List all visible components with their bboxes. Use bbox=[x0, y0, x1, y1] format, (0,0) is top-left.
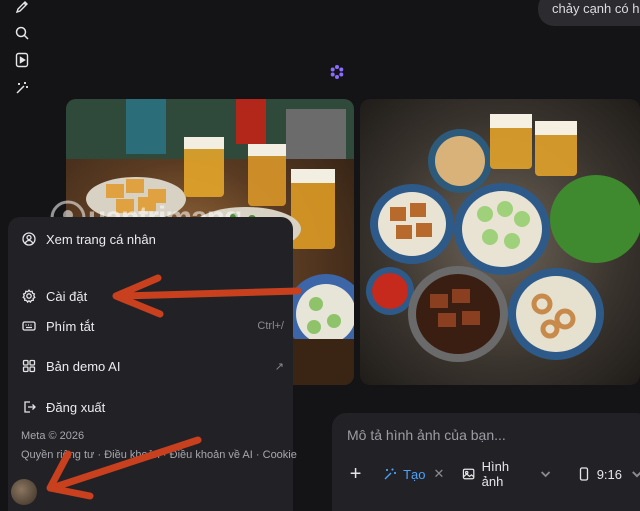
ratio-label: 9:16 bbox=[596, 466, 622, 482]
ai-terms-link[interactable]: Điều khoản về AI bbox=[170, 449, 253, 461]
footer-links: Quyền riêng tư · Điều khoản · Điều khoản… bbox=[21, 449, 297, 461]
edit-icon[interactable] bbox=[12, 0, 32, 17]
privacy-link[interactable]: Quyền riêng tư bbox=[21, 449, 94, 461]
chat-bubble: chảy cạnh có h bbox=[538, 0, 640, 26]
create-chip[interactable]: Tạo ✕ bbox=[383, 466, 444, 482]
menu-item-ai-demos[interactable]: Bản demo AI ↗ bbox=[22, 353, 284, 379]
menu-item-label: Bản demo AI bbox=[46, 358, 121, 374]
create-label: Tạo bbox=[403, 466, 426, 482]
aspect-ratio-dropdown[interactable]: 9:16 bbox=[577, 467, 640, 482]
magic-wand-icon bbox=[384, 468, 397, 480]
external-link-icon: ↗ bbox=[274, 360, 284, 373]
media-type-dropdown[interactable]: Hình ảnh bbox=[462, 459, 558, 489]
prompt-input[interactable]: Mô tả hình ảnh của bạn... bbox=[347, 427, 506, 443]
account-menu: Xem trang cá nhân Cài đặt Phím tắt Ctrl+… bbox=[8, 217, 297, 511]
copyright-text: Meta © 2026 bbox=[21, 430, 85, 442]
logout-icon bbox=[22, 400, 36, 414]
menu-item-label: Phím tắt bbox=[46, 318, 95, 334]
menu-item-shortcuts[interactable]: Phím tắt Ctrl+/ bbox=[22, 313, 284, 339]
chevron-down-icon bbox=[541, 471, 551, 478]
avatar[interactable] bbox=[11, 479, 37, 505]
play-square-icon[interactable] bbox=[12, 50, 32, 70]
add-button[interactable]: + bbox=[346, 464, 365, 484]
meta-ai-icon bbox=[329, 64, 345, 80]
close-icon[interactable]: ✕ bbox=[434, 466, 445, 482]
cookie-link[interactable]: Cookie bbox=[263, 449, 297, 461]
image-icon bbox=[463, 468, 475, 480]
magic-wand-icon[interactable] bbox=[12, 78, 32, 98]
chevron-down-icon bbox=[632, 471, 640, 478]
menu-item-logout[interactable]: Đăng xuất bbox=[22, 394, 284, 420]
menu-item-settings[interactable]: Cài đặt bbox=[22, 283, 284, 309]
profile-icon bbox=[22, 232, 36, 246]
menu-item-label: Cài đặt bbox=[46, 288, 88, 304]
terms-link[interactable]: Điều khoản bbox=[104, 449, 160, 461]
shortcut-hint: Ctrl+/ bbox=[257, 320, 284, 332]
prompt-box: Mô tả hình ảnh của bạn... + Tạo ✕ Hình ả… bbox=[332, 413, 640, 511]
keyboard-icon bbox=[22, 319, 36, 333]
prompt-toolbar: + Tạo ✕ Hình ảnh 9:16 bbox=[346, 459, 640, 489]
generated-image-2[interactable] bbox=[360, 99, 640, 385]
phone-icon bbox=[579, 467, 588, 481]
menu-item-label: Xem trang cá nhân bbox=[46, 231, 156, 247]
grid-icon bbox=[22, 359, 36, 373]
menu-item-label: Đăng xuất bbox=[46, 399, 106, 415]
gear-icon bbox=[22, 289, 36, 303]
search-icon[interactable] bbox=[12, 23, 32, 43]
image-label: Hình ảnh bbox=[481, 459, 510, 489]
menu-item-view-profile[interactable]: Xem trang cá nhân bbox=[22, 226, 284, 252]
